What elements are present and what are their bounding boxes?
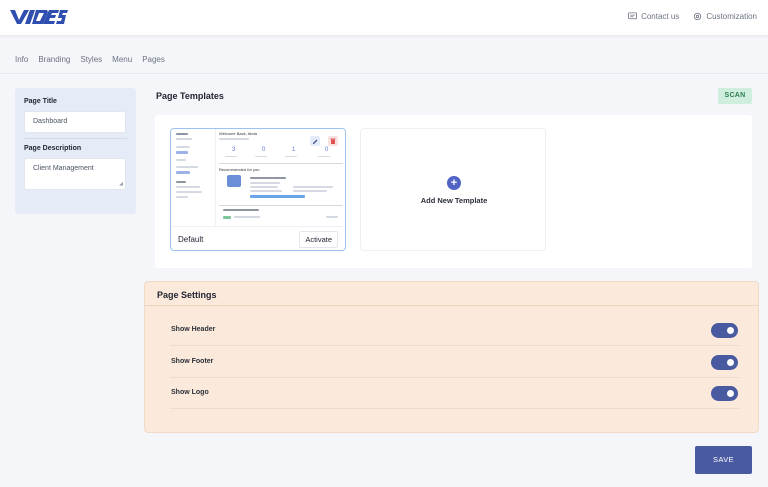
setting-label: Show Footer: [171, 358, 214, 365]
thumbnail-sidebar: [171, 129, 216, 227]
page-title-label: Page Title: [24, 98, 57, 105]
toggle-knob: [725, 325, 736, 336]
template-name: Default: [178, 234, 204, 244]
form-divider: [24, 138, 127, 139]
page-form-card: Page Title Dashboard Page Description Cl…: [15, 88, 136, 214]
template-card-footer: Default Activate: [171, 228, 345, 250]
templates-panel: Welcome Back, Abda 3 0 1 0 Recommended f…: [155, 115, 752, 268]
activate-button[interactable]: Activate: [299, 230, 338, 248]
nav-item-pages[interactable]: Pages: [142, 55, 165, 64]
top-bar: Contact us Customization: [0, 0, 768, 35]
page-description-textarea[interactable]: Client Management ◢: [24, 158, 126, 190]
save-button[interactable]: SAVE: [695, 446, 752, 474]
customization-link[interactable]: Customization: [693, 12, 757, 21]
setting-row-show-footer: Show Footer: [170, 347, 740, 378]
thumbnail-stat: 0: [262, 147, 266, 153]
page-settings-heading: Page Settings: [157, 290, 217, 300]
setting-label: Show Logo: [171, 389, 209, 396]
setting-row-show-header: Show Header: [170, 315, 740, 346]
toggle-knob: [725, 388, 736, 399]
section-nav: Info Branding Styles Menu Pages: [15, 55, 165, 64]
nav-item-menu[interactable]: Menu: [112, 55, 132, 64]
page-settings-panel: Page Settings Show Header Show Footer Sh…: [144, 281, 759, 433]
thumbnail-button: [250, 195, 305, 198]
plus-icon: +: [447, 176, 461, 190]
thumbnail-stat: 3: [232, 147, 236, 153]
page-description-label: Page Description: [24, 145, 82, 152]
customization-label: Customization: [706, 12, 757, 21]
nav-item-branding[interactable]: Branding: [38, 55, 70, 64]
setting-label: Show Header: [171, 326, 216, 333]
nav-divider: [0, 73, 768, 74]
brand-logo[interactable]: [9, 8, 69, 26]
template-thumbnail: Welcome Back, Abda 3 0 1 0 Recommended f…: [171, 129, 345, 227]
page-description-value: Client Management: [33, 165, 94, 172]
thumbnail-stat: 0: [325, 147, 329, 153]
contact-us-link[interactable]: Contact us: [628, 12, 679, 21]
show-header-toggle[interactable]: [711, 323, 738, 338]
thumbnail-mail-icon: [227, 175, 241, 187]
chat-icon: [628, 12, 638, 20]
settings-divider: [145, 305, 758, 306]
page-templates-heading: Page Templates: [156, 91, 224, 101]
show-logo-toggle[interactable]: [711, 386, 738, 401]
toggle-knob: [725, 357, 736, 368]
gear-icon: [694, 12, 702, 21]
template-card-default[interactable]: Welcome Back, Abda 3 0 1 0 Recommended f…: [170, 128, 346, 251]
add-template-label: Add New Template: [420, 196, 488, 205]
thumbnail-welcome-text: Welcome Back, Abda: [219, 131, 257, 136]
thumbnail-recommended: Recommended for you: [219, 167, 260, 172]
scan-button[interactable]: SCAN: [718, 88, 752, 104]
page-title-input[interactable]: Dashboard: [24, 111, 126, 133]
delete-icon: [328, 136, 338, 146]
edit-icon: [310, 136, 320, 146]
setting-row-show-logo: Show Logo: [170, 378, 740, 409]
thumbnail-stat: 1: [292, 147, 296, 153]
contact-us-label: Contact us: [641, 12, 680, 21]
show-footer-toggle[interactable]: [711, 355, 738, 370]
add-template-card[interactable]: + Add New Template: [360, 128, 546, 251]
resize-handle-icon[interactable]: ◢: [119, 181, 123, 187]
nav-item-info[interactable]: Info: [15, 55, 28, 64]
nav-item-styles[interactable]: Styles: [80, 55, 102, 64]
